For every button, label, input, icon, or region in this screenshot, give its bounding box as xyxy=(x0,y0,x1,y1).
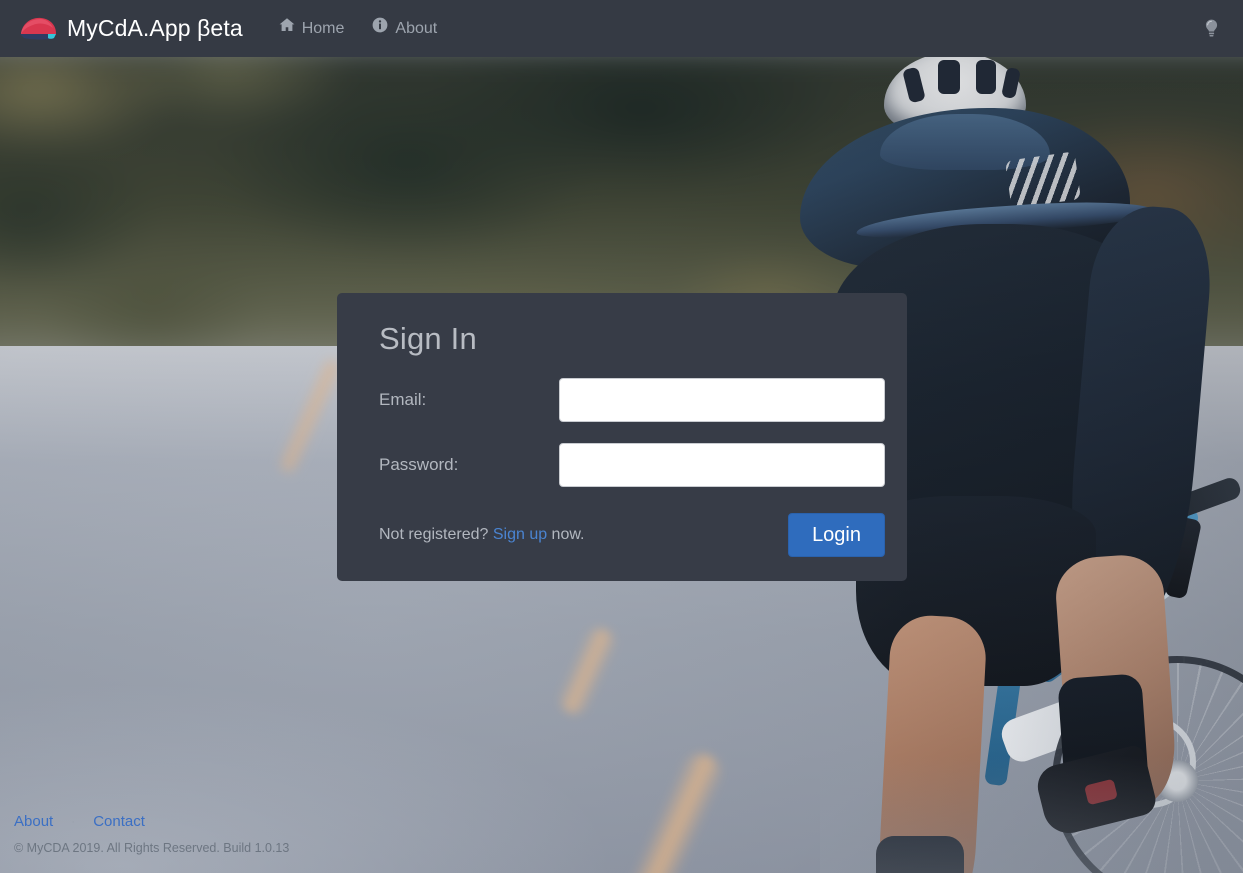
login-button[interactable]: Login xyxy=(788,513,885,557)
nav-item-home[interactable]: Home xyxy=(265,0,359,57)
brand-title: MyCdA.App βeta xyxy=(67,15,243,41)
password-input[interactable] xyxy=(559,443,885,487)
email-row: Email: xyxy=(359,378,885,422)
password-row: Password: xyxy=(359,443,885,487)
footer-copyright: © MyCDA 2019. All Rights Reserved. Build… xyxy=(14,841,290,855)
cycling-cap-icon xyxy=(18,15,60,43)
password-label: Password: xyxy=(379,455,459,474)
info-circle-icon xyxy=(372,0,388,57)
sign-in-title: Sign In xyxy=(379,321,477,356)
footer-separator: · xyxy=(71,816,76,829)
register-prompt: Not registered? Sign up now. xyxy=(379,526,584,544)
lightbulb-icon[interactable] xyxy=(1198,14,1225,43)
register-prefix: Not registered? xyxy=(379,526,493,543)
navbar-right xyxy=(1198,14,1225,43)
sign-in-footer: Not registered? Sign up now. Login xyxy=(359,513,885,557)
nav-item-home-label: Home xyxy=(301,20,345,37)
sign-in-card: Sign In Email: Password: Not registered?… xyxy=(337,293,907,581)
footer-links: About · Contact xyxy=(14,813,289,830)
nav-item-about[interactable]: About xyxy=(358,0,451,57)
page-footer: About · Contact © MyCDA 2019. All Rights… xyxy=(14,813,289,855)
nav-item-about-label: About xyxy=(395,20,438,37)
home-icon xyxy=(279,0,295,57)
top-navbar: MyCdA.App βeta Home About xyxy=(0,0,1243,57)
login-page: MyCdA.App βeta Home About Sign In Email:… xyxy=(0,0,1243,873)
nav-links: Home About xyxy=(265,0,452,57)
footer-link-about[interactable]: About xyxy=(14,813,53,830)
email-input[interactable] xyxy=(559,378,885,422)
sign-up-link[interactable]: Sign up xyxy=(493,526,547,543)
brand-link[interactable]: MyCdA.App βeta xyxy=(18,15,243,43)
email-label: Email: xyxy=(379,390,427,409)
footer-link-contact[interactable]: Contact xyxy=(93,813,145,830)
register-suffix: now. xyxy=(547,526,585,543)
